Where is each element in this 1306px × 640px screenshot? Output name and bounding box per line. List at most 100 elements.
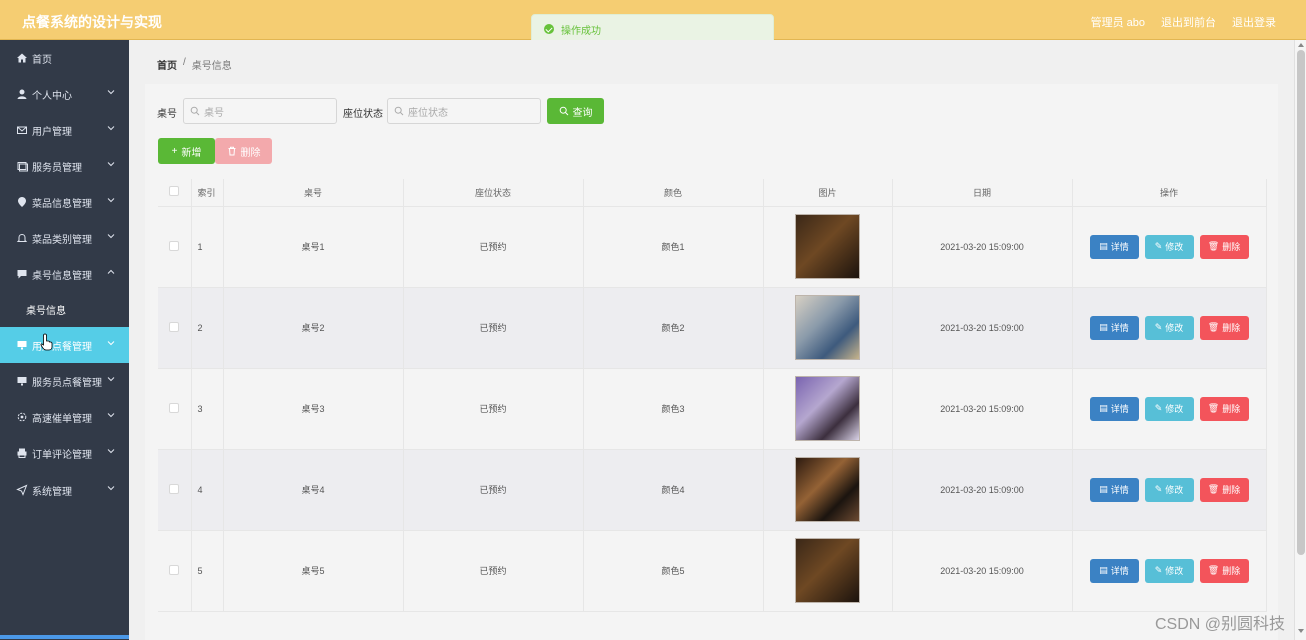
restaurant-image [795,457,860,522]
watermark: CSDN @别圆科技 [1155,616,1286,633]
trash-icon: 🗑 [1207,241,1220,251]
row-table-no: 桌号5 [223,530,404,612]
header-links: 管理员 abo 退出到前台 退出登录 [1091,14,1276,30]
sidebar-subitem-table-info[interactable]: 桌号信息 [0,294,129,324]
table-row: 1 桌号1 已预约 颜色1 2021-03-20 15:09:00 ▤ 详情 ✎ 修… [158,206,1267,288]
sidebar-item-home[interactable]: 首页 [0,40,129,76]
delete-button[interactable]: 🗑 删除 [1199,558,1249,583]
row-select-cell [158,287,192,369]
edit-button[interactable]: ✎ 修改 [1144,315,1194,340]
row-image-cell [763,287,893,369]
row-color: 颜色3 [583,368,764,450]
restaurant-image [795,214,860,279]
sidebar-item-dish-category[interactable]: 菜品类别管理 [0,220,129,256]
trash-icon: 🗑 [1207,565,1220,575]
search-icon [559,106,568,116]
row-actions: ▤ 详情 ✎ 修改 🗑 删除 [1072,449,1267,531]
delete-button[interactable]: 🗑 删除 [1199,396,1249,421]
detail-button[interactable]: ▤ 详情 [1089,477,1139,502]
detail-button[interactable]: ▤ 详情 [1089,234,1139,259]
search-button[interactable]: 查询 [547,98,604,124]
delete-button[interactable]: 🗑 删除 [1199,234,1249,259]
row-checkbox[interactable] [169,240,180,251]
breadcrumb-separator: / [183,57,186,68]
chevron-down-icon [107,162,115,167]
row-date: 2021-03-20 15:09:00 [892,368,1073,450]
chevron-down-icon [107,198,115,203]
row-checkbox[interactable] [169,564,180,575]
edit-button[interactable]: ✎ 修改 [1144,396,1194,421]
row-actions: ▤ 详情 ✎ 修改 🗑 删除 [1072,368,1267,450]
row-index: 3 [191,368,224,450]
column-header: 图片 [763,179,893,207]
row-checkbox[interactable] [169,321,180,332]
row-image-cell [763,449,893,531]
monitor-icon [16,339,28,351]
row-index: 2 [191,287,224,369]
tag-icon [16,196,28,208]
back-home-link[interactable]: 退出到前台 [1161,14,1216,30]
table-no-input[interactable]: 桌号 [183,98,337,124]
delete-button[interactable]: 🗑 删除 [1199,315,1249,340]
sidebar-item-order-comments[interactable]: 订单评论管理 [0,435,129,471]
search-icon [190,106,200,116]
row-color: 颜色1 [583,206,764,288]
row-date: 2021-03-20 15:09:00 [892,530,1073,612]
table-row: 3 桌号3 已预约 颜色3 2021-03-20 15:09:00 ▤ 详情 ✎ 修… [158,368,1267,450]
edit-button[interactable]: ✎ 修改 [1144,234,1194,259]
row-select-cell [158,368,192,450]
chevron-down-icon [107,234,115,239]
logout-link[interactable]: 退出登录 [1232,14,1276,30]
sidebar-item-table-info-management[interactable]: 桌号信息管理 [0,256,129,292]
seat-status-input[interactable]: 座位状态 [387,98,541,124]
vertical-scroll-thumb[interactable] [1297,50,1305,555]
document-icon: ▤ [1099,484,1108,494]
sidebar-item-personal-center[interactable]: 个人中心 [0,76,129,112]
sidebar-item-user-ordering[interactable]: 用户点餐管理 [0,327,129,363]
edit-button[interactable]: ✎ 修改 [1144,477,1194,502]
breadcrumb-current: 桌号信息 [191,61,232,72]
table-info-table: 索引 桌号 座位状态 颜色 图片 日期 操作 1 桌号1 已预约 颜色1 202… [158,179,1267,612]
sidebar-item-rush-order[interactable]: 高速催单管理 [0,399,129,435]
chat-icon [16,268,28,280]
row-date: 2021-03-20 15:09:00 [892,449,1073,531]
table-header-row: 索引 桌号 座位状态 颜色 图片 日期 操作 [158,179,1267,207]
column-header: 操作 [1072,179,1267,207]
main-content: 首页 / 桌号信息 桌号 桌号 座位状态 座位状态 查询 + 新增 删除 索引 … [129,40,1294,640]
success-icon [544,24,554,34]
detail-button[interactable]: ▤ 详情 [1089,315,1139,340]
row-image-cell [763,368,893,450]
breadcrumb-home[interactable]: 首页 [157,57,177,72]
vertical-scrollbar[interactable] [1294,40,1306,640]
send-icon [16,484,28,496]
restaurant-image [795,538,860,603]
row-color: 颜色4 [583,449,764,531]
scroll-up-arrow-icon[interactable] [1298,43,1304,47]
row-actions: ▤ 详情 ✎ 修改 🗑 删除 [1072,530,1267,612]
column-header: 索引 [191,179,224,207]
seat-status-label: 座位状态 [343,109,383,120]
sidebar-item-system-management[interactable]: 系统管理 [0,472,129,508]
monitor-icon [16,375,28,387]
toast-text: 操作成功 [561,25,601,37]
edit-button[interactable]: ✎ 修改 [1144,558,1194,583]
column-header: 桌号 [223,179,404,207]
row-checkbox[interactable] [169,402,180,413]
detail-button[interactable]: ▤ 详情 [1089,558,1139,583]
sidebar-item-waiter-management[interactable]: 服务员管理 [0,148,129,184]
sidebar-item-user-management[interactable]: 用户管理 [0,112,129,148]
batch-delete-button[interactable]: 删除 [215,138,272,164]
row-checkbox[interactable] [169,483,180,494]
row-date: 2021-03-20 15:09:00 [892,287,1073,369]
sidebar-item-waiter-ordering[interactable]: 服务员点餐管理 [0,363,129,399]
sidebar-item-dish-info[interactable]: 菜品信息管理 [0,184,129,220]
select-all-checkbox[interactable] [169,186,180,197]
add-button[interactable]: + 新增 [158,138,215,164]
row-status: 已预约 [403,449,584,531]
restaurant-image [795,295,860,360]
scroll-down-arrow-icon[interactable] [1298,629,1304,633]
delete-button[interactable]: 🗑 删除 [1199,477,1249,502]
detail-button[interactable]: ▤ 详情 [1089,396,1139,421]
sidebar: 首页 个人中心 用户管理 服务员管理 菜品信息管理 菜品类别管理 桌号信息管理 … [0,40,129,640]
table-row: 2 桌号2 已预约 颜色2 2021-03-20 15:09:00 ▤ 详情 ✎ 修… [158,287,1267,369]
